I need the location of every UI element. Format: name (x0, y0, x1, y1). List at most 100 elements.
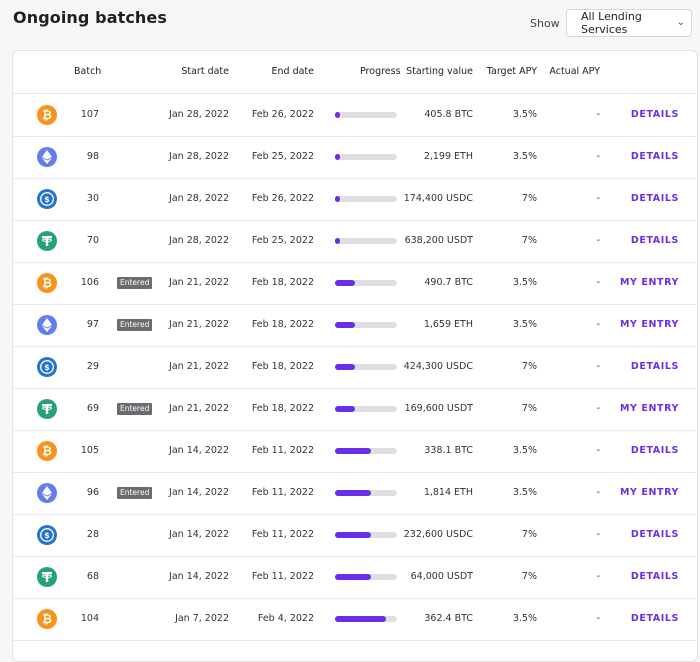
end-date: Feb 11, 2022 (251, 529, 314, 540)
details-link[interactable]: DETAILS (631, 613, 679, 624)
usdc-icon: $ (37, 525, 57, 545)
target-apy: 3.5% (512, 277, 537, 288)
actual-apy: - (596, 235, 600, 246)
details-link[interactable]: DETAILS (631, 361, 679, 372)
starting-value: 169,600 USDT (404, 403, 473, 414)
lending-service-select[interactable]: All Lending Services ⌄ (566, 9, 692, 37)
progress-fill (335, 574, 371, 580)
table-row: 68 Jan 14, 2022 Feb 11, 2022 64,000 USDT 7% -… (13, 556, 697, 599)
actual-apy: - (596, 193, 600, 204)
target-apy: 3.5% (512, 613, 537, 624)
progress-bar (335, 154, 397, 160)
starting-value: 424,300 USDC (403, 361, 473, 372)
progress-fill (335, 406, 355, 412)
eth-icon (37, 315, 57, 335)
btc-icon: ₿ (37, 105, 57, 125)
actual-apy: - (596, 319, 600, 330)
starting-value: 405.8 BTC (424, 109, 473, 120)
actual-apy: - (596, 613, 600, 624)
starting-value: 490.7 BTC (424, 277, 473, 288)
target-apy: 7% (521, 529, 537, 540)
details-link[interactable]: DETAILS (631, 235, 679, 246)
progress-fill (335, 616, 386, 622)
details-link[interactable]: DETAILS (631, 571, 679, 582)
eth-icon (37, 483, 57, 503)
actual-apy: - (596, 361, 600, 372)
details-link[interactable]: DETAILS (631, 529, 679, 540)
table-row: $28 Jan 14, 2022 Feb 11, 2022 232,600 USDC 7… (13, 514, 697, 557)
progress-bar (335, 364, 397, 370)
details-link[interactable]: DETAILS (631, 445, 679, 456)
end-date: Feb 26, 2022 (251, 109, 314, 120)
starting-value: 1,659 ETH (423, 319, 473, 330)
actual-apy: - (596, 403, 600, 414)
end-date: Feb 11, 2022 (251, 487, 314, 498)
table-row: ₿ 105 Jan 14, 2022 Feb 11, 2022 338.1 BTC 3.5… (13, 430, 697, 473)
actual-apy: - (596, 571, 600, 582)
header-target-apy: Target APY (486, 66, 537, 77)
entered-badge: Entered (117, 319, 153, 331)
entered-badge: Entered (117, 487, 153, 499)
usdt-icon (37, 567, 57, 587)
details-link[interactable]: DETAILS (631, 109, 679, 120)
batch-number: 70 (86, 235, 99, 246)
end-date: Feb 18, 2022 (251, 361, 314, 372)
eth-icon (37, 147, 57, 167)
details-link[interactable]: DETAILS (631, 151, 679, 162)
start-date: Jan 14, 2022 (169, 445, 229, 456)
usdc-icon: $ (37, 357, 57, 377)
target-apy: 7% (521, 403, 537, 414)
start-date: Jan 28, 2022 (169, 193, 229, 204)
show-label: Show (530, 17, 560, 30)
start-date: Jan 28, 2022 (169, 235, 229, 246)
details-link[interactable]: DETAILS (631, 193, 679, 204)
btc-icon: ₿ (37, 441, 57, 461)
start-date: Jan 21, 2022 (169, 403, 229, 414)
target-apy: 7% (521, 235, 537, 246)
progress-bar (335, 616, 397, 622)
batches-table: Batch Start date End date Progress Start… (12, 50, 698, 662)
page-title: Ongoing batches (13, 8, 167, 27)
starting-value: 1,814 ETH (423, 487, 473, 498)
target-apy: 7% (521, 193, 537, 204)
actual-apy: - (596, 109, 600, 120)
progress-fill (335, 322, 355, 328)
starting-value: 362.4 BTC (424, 613, 473, 624)
progress-fill (335, 532, 371, 538)
entered-badge: Entered (117, 277, 153, 289)
progress-fill (335, 280, 355, 286)
table-row: $30 Jan 28, 2022 Feb 26, 2022 174,400 USDC 7… (13, 178, 697, 221)
batch-number: 107 (80, 109, 99, 120)
target-apy: 7% (521, 571, 537, 582)
actual-apy: - (596, 445, 600, 456)
batch-number: 30 (86, 193, 99, 204)
my-entry-link[interactable]: MY ENTRY (620, 487, 679, 498)
header-starting-value: Starting value (406, 66, 473, 77)
my-entry-link[interactable]: MY ENTRY (620, 319, 679, 330)
start-date: Jan 14, 2022 (169, 529, 229, 540)
starting-value: 338.1 BTC (424, 445, 473, 456)
start-date: Jan 14, 2022 (169, 571, 229, 582)
batch-number: 104 (80, 613, 99, 624)
target-apy: 3.5% (512, 487, 537, 498)
start-date: Jan 14, 2022 (169, 487, 229, 498)
starting-value: 232,600 USDC (403, 529, 473, 540)
my-entry-link[interactable]: MY ENTRY (620, 403, 679, 414)
progress-fill (335, 490, 371, 496)
starting-value: 638,200 USDT (404, 235, 473, 246)
chevron-down-icon: ⌄ (676, 17, 685, 28)
start-date: Jan 7, 2022 (175, 613, 229, 624)
actual-apy: - (596, 151, 600, 162)
my-entry-link[interactable]: MY ENTRY (620, 277, 679, 288)
table-row: $29 Jan 21, 2022 Feb 18, 2022 424,300 USDC 7… (13, 346, 697, 389)
batch-number: 105 (80, 445, 99, 456)
starting-value: 174,400 USDC (403, 193, 473, 204)
usdt-icon (37, 399, 57, 419)
batch-number: 68 (86, 571, 99, 582)
progress-bar (335, 322, 397, 328)
progress-bar (335, 196, 397, 202)
end-date: Feb 25, 2022 (251, 235, 314, 246)
progress-fill (335, 364, 355, 370)
actual-apy: - (596, 529, 600, 540)
progress-bar (335, 490, 397, 496)
